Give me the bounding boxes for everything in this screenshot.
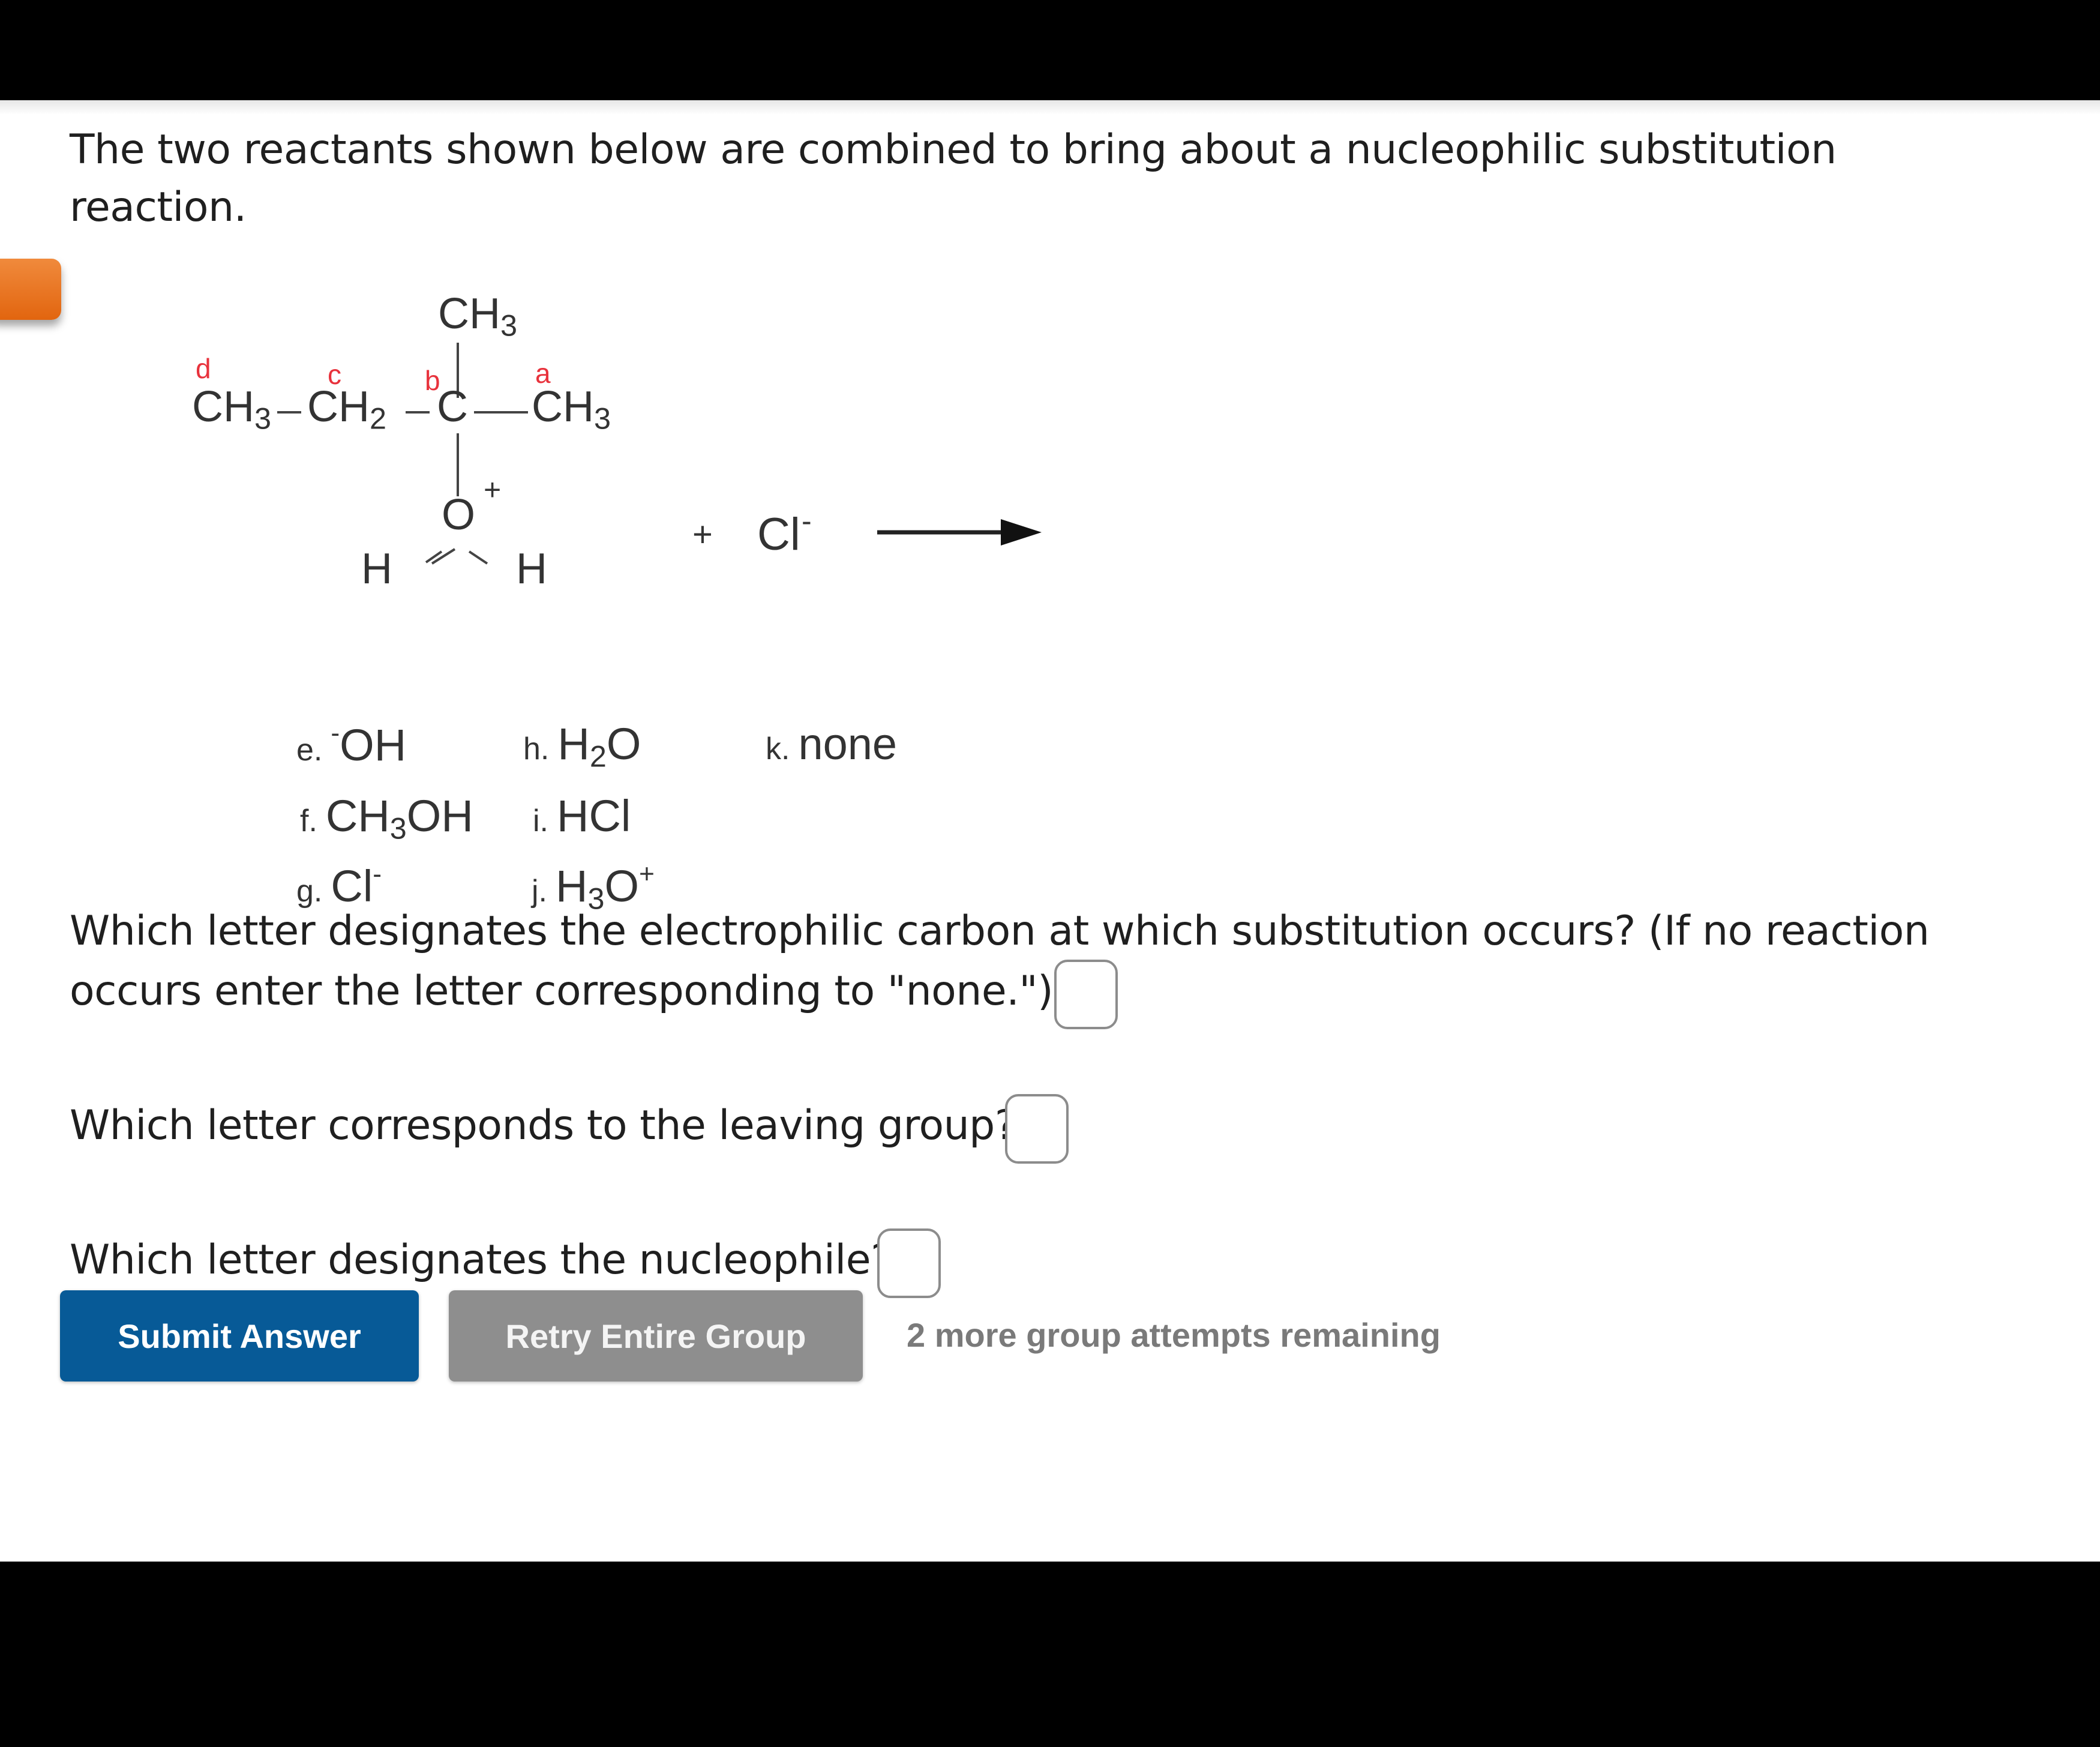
- option-i: i. HCl: [533, 790, 631, 841]
- bond-b-a: [474, 411, 528, 413]
- option-i-letter: i.: [533, 804, 548, 838]
- option-h: h. H2O: [523, 718, 641, 774]
- chain-ch3-d: CH3: [192, 382, 271, 436]
- option-f-letter: f.: [300, 804, 317, 838]
- bond-o-h-right: [468, 550, 488, 565]
- o-h-bonds: [425, 548, 488, 565]
- option-i-formula: HCl: [557, 791, 631, 841]
- hydrogen-right: H: [516, 545, 547, 593]
- top-shadow: [0, 100, 2100, 115]
- ch3-d-text: CH3: [192, 383, 272, 436]
- chain-ch3-a: CH3: [532, 382, 611, 436]
- bond-c-o: [457, 433, 459, 496]
- side-tab[interactable]: [0, 259, 61, 320]
- option-g-charge: -: [373, 859, 382, 889]
- bond-o-h-left: [425, 550, 443, 564]
- option-f-formula: CH3OH: [325, 791, 473, 846]
- question-2: Which letter corresponds to the leaving …: [70, 1102, 1016, 1149]
- arrow-head: [1001, 519, 1042, 546]
- retry-entire-group-button[interactable]: Retry Entire Group: [449, 1290, 863, 1382]
- option-h-letter: h.: [523, 732, 550, 766]
- question-1-line-2: occurs enter the letter corresponding to…: [70, 967, 1054, 1015]
- hydrogen-left: H: [361, 545, 392, 593]
- nucleophile-input[interactable]: [877, 1228, 941, 1298]
- chain-ch2-c: CH2: [307, 382, 386, 436]
- plus-sign: +: [692, 515, 713, 554]
- ch2-c-text: CH2: [307, 383, 387, 436]
- question-1-line-1: Which letter designates the electrophili…: [70, 907, 1930, 955]
- attempts-remaining-text: 2 more group attempts remaining: [907, 1316, 1441, 1354]
- oxygen-charge: +: [484, 473, 502, 507]
- option-e-formula: OH: [340, 720, 407, 771]
- top-methyl: CH3: [438, 289, 517, 343]
- question-page: The two reactants shown below are combin…: [0, 100, 2100, 1562]
- c-b-text: C: [437, 383, 468, 431]
- bond-c-b: [406, 411, 430, 413]
- ch3-a-text: CH3: [532, 383, 611, 436]
- submit-answer-button[interactable]: Submit Answer: [60, 1290, 419, 1382]
- top-methyl-text: CH3: [438, 290, 518, 343]
- bond-d-c: [277, 411, 301, 413]
- option-e-letter: e.: [296, 733, 323, 768]
- chloride-reagent: Cl: [757, 509, 800, 560]
- electrophilic-carbon-input[interactable]: [1054, 960, 1118, 1029]
- intro-line-1: The two reactants shown below are combin…: [70, 126, 1837, 173]
- option-k: k. none: [766, 718, 897, 769]
- right-arrow-icon: [877, 519, 1042, 546]
- intro-line-2: reaction.: [70, 184, 247, 231]
- option-f: f. CH3OH: [300, 790, 473, 846]
- chain-c-b: C: [437, 382, 468, 431]
- option-k-letter: k.: [766, 732, 790, 766]
- chloride-charge: -: [802, 504, 812, 538]
- option-e: e. -OH: [296, 718, 406, 771]
- question-3: Which letter designates the nucleophile?: [70, 1236, 892, 1284]
- option-h-formula: H2O: [557, 719, 641, 774]
- option-k-formula: none: [798, 719, 898, 769]
- label-d: d: [196, 353, 211, 384]
- leaving-group-input[interactable]: [1005, 1094, 1069, 1164]
- option-j-charge: +: [639, 859, 655, 889]
- option-e-charge: -: [331, 718, 340, 748]
